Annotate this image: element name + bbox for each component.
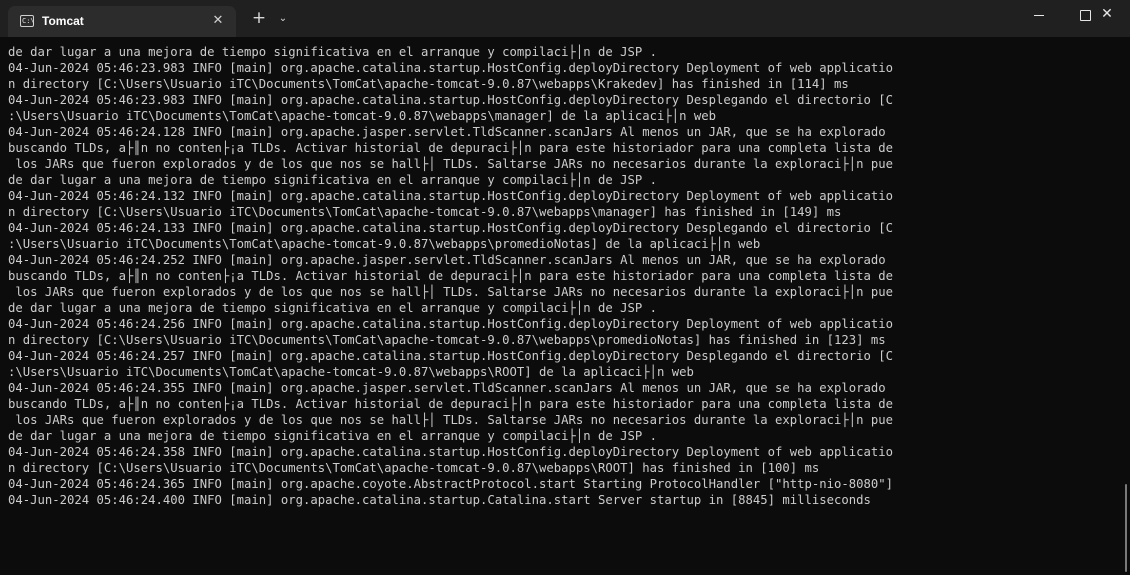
chevron-down-icon[interactable]: ⌄ — [275, 9, 291, 29]
console-line: de dar lugar a una mejora de tiempo sign… — [8, 301, 658, 315]
console-line: buscando TLDs, a├║n no conten├¡a TLDs. A… — [8, 397, 894, 411]
console-line: 04-Jun-2024 05:46:24.252 INFO [main] org… — [8, 253, 886, 267]
console-line: 04-Jun-2024 05:46:24.132 INFO [main] org… — [8, 189, 894, 203]
console-line: los JARs que fueron explorados y de los … — [8, 157, 894, 171]
console-line: n directory [C:\Users\Usuario iTC\Docume… — [8, 461, 820, 475]
minimize-button[interactable] — [1016, 0, 1062, 30]
minimize-icon — [1034, 15, 1044, 16]
console-line: los JARs que fueron explorados y de los … — [8, 285, 894, 299]
console-line: :\Users\Usuario iTC\Documents\TomCat\apa… — [8, 109, 717, 123]
console-line: de dar lugar a una mejora de tiempo sign… — [8, 45, 658, 59]
console-line: 04-Jun-2024 05:46:23.983 INFO [main] org… — [8, 93, 894, 107]
console-line: los JARs que fueron explorados y de los … — [8, 413, 894, 427]
tab-title: Tomcat — [42, 14, 84, 28]
console-line: :\Users\Usuario iTC\Documents\TomCat\apa… — [8, 365, 694, 379]
console-line: 04-Jun-2024 05:46:24.365 INFO [main] org… — [8, 477, 894, 491]
close-window-button[interactable]: ✕ — [1084, 0, 1130, 30]
console-line: n directory [C:\Users\Usuario iTC\Docume… — [8, 333, 886, 347]
close-icon: ✕ — [1101, 6, 1113, 22]
title-bar: C:\ Tomcat ✕ + ⌄ ✕ — [0, 0, 1130, 37]
console-line: de dar lugar a una mejora de tiempo sign… — [8, 429, 658, 443]
console-line: buscando TLDs, a├║n no conten├¡a TLDs. A… — [8, 269, 894, 283]
console-line: 04-Jun-2024 05:46:24.400 INFO [main] org… — [8, 493, 871, 507]
console-line: 04-Jun-2024 05:46:24.256 INFO [main] org… — [8, 317, 894, 331]
console-output[interactable]: de dar lugar a una mejora de tiempo sign… — [8, 44, 1114, 575]
new-tab-icon[interactable]: + — [249, 9, 269, 29]
console-line: buscando TLDs, a├║n no conten├¡a TLDs. A… — [8, 141, 894, 155]
console-line: n directory [C:\Users\Usuario iTC\Docume… — [8, 205, 842, 219]
console-line: 04-Jun-2024 05:46:24.133 INFO [main] org… — [8, 221, 894, 235]
console-line: n directory [C:\Users\Usuario iTC\Docume… — [8, 77, 849, 91]
tab-tomcat[interactable]: C:\ Tomcat ✕ — [8, 6, 236, 37]
terminal-icon: C:\ — [20, 15, 35, 27]
console-line: 04-Jun-2024 05:46:24.128 INFO [main] org… — [8, 125, 886, 139]
terminal-window: C:\ Tomcat ✕ + ⌄ ✕ de dar lugar a una me… — [0, 0, 1130, 575]
console-line: 04-Jun-2024 05:46:24.355 INFO [main] org… — [8, 381, 886, 395]
console-line: 04-Jun-2024 05:46:23.983 INFO [main] org… — [8, 61, 894, 75]
close-tab-icon[interactable]: ✕ — [208, 11, 228, 31]
console-line: 04-Jun-2024 05:46:24.358 INFO [main] org… — [8, 445, 894, 459]
console-line: :\Users\Usuario iTC\Documents\TomCat\apa… — [8, 237, 761, 251]
scrollbar-thumb[interactable] — [1125, 484, 1127, 572]
console-line: de dar lugar a una mejora de tiempo sign… — [8, 173, 658, 187]
console-line: 04-Jun-2024 05:46:24.257 INFO [main] org… — [8, 349, 894, 363]
